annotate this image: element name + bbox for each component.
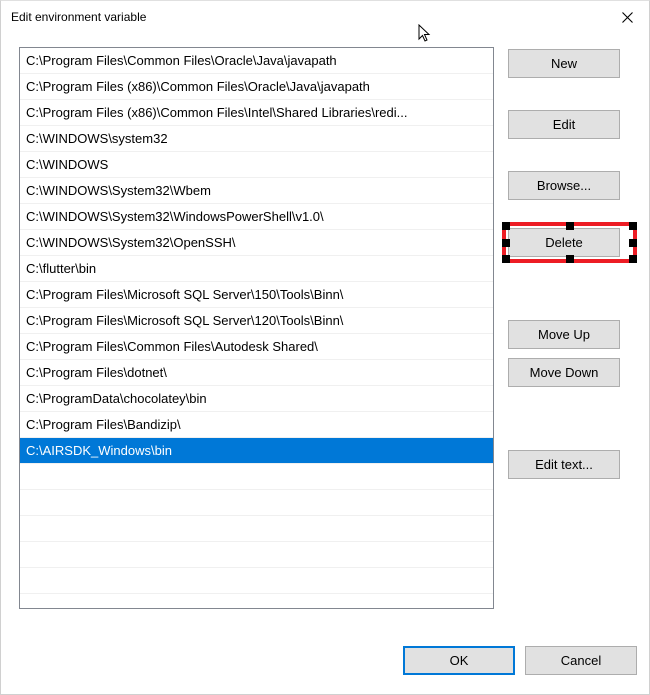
path-row-empty[interactable] xyxy=(20,490,493,516)
edit-button[interactable]: Edit xyxy=(508,110,620,139)
side-button-column: New Edit Browse... Delete xyxy=(508,47,637,626)
path-row[interactable]: C:\Program Files\dotnet\ xyxy=(20,360,493,386)
path-row[interactable]: C:\WINDOWS\system32 xyxy=(20,126,493,152)
path-row[interactable]: C:\Program Files\Microsoft SQL Server\12… xyxy=(20,308,493,334)
delete-highlight: Delete xyxy=(502,222,637,263)
path-row[interactable]: C:\WINDOWS\System32\WindowsPowerShell\v1… xyxy=(20,204,493,230)
cancel-button[interactable]: Cancel xyxy=(525,646,637,675)
path-row[interactable]: C:\Program Files\Common Files\Autodesk S… xyxy=(20,334,493,360)
titlebar: Edit environment variable xyxy=(1,1,649,33)
path-row[interactable]: C:\Program Files\Common Files\Oracle\Jav… xyxy=(20,48,493,74)
new-button[interactable]: New xyxy=(508,49,620,78)
path-row[interactable]: C:\Program Files\Microsoft SQL Server\15… xyxy=(20,282,493,308)
path-row[interactable]: C:\AIRSDK_Windows\bin xyxy=(20,438,493,464)
path-row[interactable]: C:\flutter\bin xyxy=(20,256,493,282)
path-row[interactable]: C:\ProgramData\chocolatey\bin xyxy=(20,386,493,412)
edit-text-button[interactable]: Edit text... xyxy=(508,450,620,479)
close-button[interactable] xyxy=(605,2,649,32)
path-row[interactable]: C:\WINDOWS xyxy=(20,152,493,178)
dialog-content: C:\Program Files\Common Files\Oracle\Jav… xyxy=(1,33,649,636)
edit-env-var-dialog: Edit environment variable C:\Program Fil… xyxy=(0,0,650,695)
ok-button[interactable]: OK xyxy=(403,646,515,675)
delete-button[interactable]: Delete xyxy=(508,228,620,257)
path-row-empty[interactable] xyxy=(20,464,493,490)
path-listbox[interactable]: C:\Program Files\Common Files\Oracle\Jav… xyxy=(19,47,494,609)
window-title: Edit environment variable xyxy=(11,10,605,24)
path-row-empty[interactable] xyxy=(20,568,493,594)
path-row[interactable]: C:\WINDOWS\System32\OpenSSH\ xyxy=(20,230,493,256)
path-row[interactable]: C:\WINDOWS\System32\Wbem xyxy=(20,178,493,204)
dialog-footer: OK Cancel xyxy=(1,636,649,694)
browse-button[interactable]: Browse... xyxy=(508,171,620,200)
move-down-button[interactable]: Move Down xyxy=(508,358,620,387)
path-row-empty[interactable] xyxy=(20,542,493,568)
move-up-button[interactable]: Move Up xyxy=(508,320,620,349)
close-icon xyxy=(622,12,633,23)
path-row-empty[interactable] xyxy=(20,516,493,542)
path-row[interactable]: C:\Program Files (x86)\Common Files\Orac… xyxy=(20,74,493,100)
path-row[interactable]: C:\Program Files\Bandizip\ xyxy=(20,412,493,438)
path-row[interactable]: C:\Program Files (x86)\Common Files\Inte… xyxy=(20,100,493,126)
